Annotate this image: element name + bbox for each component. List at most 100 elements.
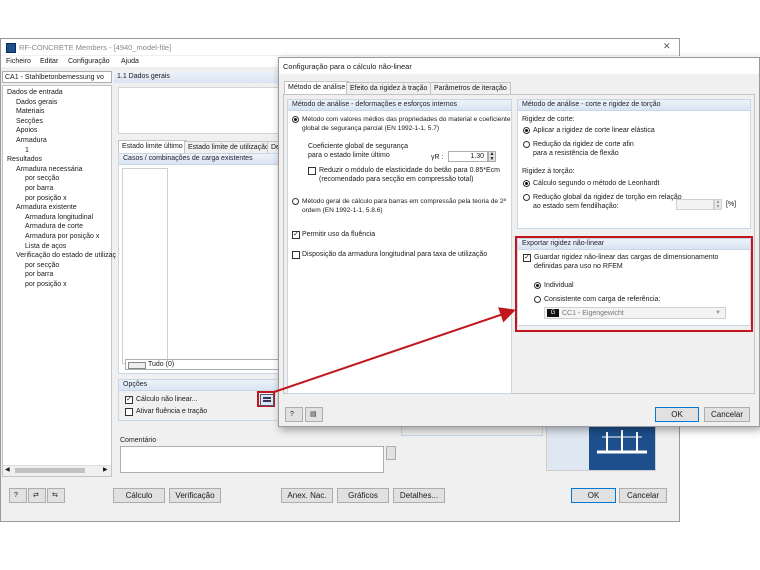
shear-linear-label: Aplicar a rigidez de corte linear elásti… [533,127,655,134]
gamma-value: 1.30 [470,153,484,160]
gamma-label: γR : [431,154,444,161]
all-select[interactable]: Tudo (0) [125,359,280,370]
nonlinear-settings-button[interactable] [260,394,274,406]
layout-checkbox[interactable] [292,251,300,259]
export-highlight-frame [515,236,753,332]
torsion-percent-spinner[interactable]: ▲ ▼ [714,199,722,210]
section-header: 1.1 Dados gerais [114,71,284,83]
help-icon: ? [14,492,18,499]
help-button[interactable]: ? [9,488,27,503]
torsion-reduced-radio[interactable] [523,194,530,201]
calc-button[interactable]: Cálculo [113,488,165,503]
tab-sls[interactable]: Estado limite de utilização [184,141,273,153]
scroll-thumb[interactable] [15,468,85,473]
defaults-icon: ▤ [310,411,317,418]
all-select-label: Tudo (0) [148,361,175,368]
close-icon[interactable]: ✕ [663,42,671,51]
gamma-input[interactable]: 1.30 [448,151,488,162]
analysis-method-panel: Método de análise - deformações e esforç… [287,99,512,394]
tree-item[interactable]: Armadura de corte [25,222,83,231]
comment-input[interactable] [120,446,384,473]
nonlinear-label: Cálculo não linear... [136,396,198,403]
dialog-help-button[interactable]: ? [285,407,303,422]
nonlinear-checkbox[interactable]: ✓ [125,396,133,404]
tree-item[interactable]: Dados de entrada [7,88,63,97]
reduce-modulus-checkbox[interactable] [308,167,316,175]
menu-configuracao[interactable]: Configuração [68,57,110,66]
dialog-cancel-button[interactable]: Cancelar [704,407,750,422]
torsion-leonhardt-label: Cálculo segundo o método de Leonhardt [533,180,660,187]
scroll-left-icon[interactable]: ◀ [5,466,10,475]
menu-ajuda[interactable]: Ajuda [121,57,139,66]
options-header: Opções [119,380,282,391]
creep-label: Ativar fluência e tração [136,408,208,415]
tree-item[interactable]: Resultados [7,155,42,164]
mean-values-radio[interactable] [292,116,299,123]
tree-item[interactable]: 1 [25,146,29,155]
main-titlebar: RF-CONCRETE Members - [4940_model-file] … [1,39,679,55]
tree-item[interactable]: por secção [25,261,59,270]
comment-options-button[interactable] [386,446,396,460]
shear-reduced-radio[interactable] [523,141,530,148]
anex-button[interactable]: Anex. Nac. [281,488,333,503]
export-button[interactable]: ⇆ [47,488,65,503]
tree-item[interactable]: Secções [16,117,43,126]
tree-item[interactable]: Lista de aços [25,242,66,251]
reduce-modulus-line2: (recomendado para secção em compressão t… [319,176,474,183]
cancel-button[interactable]: Cancelar [619,488,667,503]
details-button[interactable]: Detalhes... [393,488,445,503]
dialog-defaults-button[interactable]: ▤ [305,407,323,422]
comment-header: Comentário [120,437,157,444]
torsion-label: Rigidez à torção: [522,168,575,175]
tree-item[interactable]: Armadura por posição x [25,232,99,241]
tree-item[interactable]: Dados gerais [16,98,57,107]
tab-tension-stiffening[interactable]: Efeito da rigidez à tração [346,82,432,94]
tree-item[interactable]: por posição x [25,280,67,289]
tree-item[interactable]: por secção [25,174,59,183]
coef-label-line1: Coeficiente global de segurança [308,143,409,150]
tab-analysis-method[interactable]: Método de análise [284,81,350,94]
menu-ficheiro[interactable]: Ficheiro [6,57,31,66]
dialog-ok-button[interactable]: OK [655,407,699,422]
layout-label: Disposição da armadura longitudinal para… [302,251,488,258]
main-window-title: RF-CONCRETE Members - [4940_model-file] [19,43,172,52]
cases-list[interactable] [122,168,168,364]
torsion-percent-input[interactable] [676,199,714,210]
tree-item[interactable]: Armadura existente [16,203,77,212]
shear-reduced-line1: Redução da rigidez de corte afin [533,141,634,148]
tab-uls[interactable]: Estado limite último [118,140,187,153]
general-method-radio[interactable] [292,198,299,205]
reduce-modulus-line1: Reduzir o módulo de elasticidade do betã… [319,167,500,174]
ok-button[interactable]: OK [571,488,616,503]
tree-item[interactable]: por barra [25,184,53,193]
tree-item[interactable]: Verificação do estado de utilizaç [16,251,116,260]
dialog-title: Configuração para o cálculo não-linear [283,62,412,71]
tree-item[interactable]: Armadura necessária [16,165,83,174]
shear-label: Rigidez de corte: [522,116,575,123]
tab-iteration-params[interactable]: Parâmetros de iteração [430,82,511,94]
gamma-spinner[interactable]: ▲ ▼ [488,151,496,162]
scroll-right-icon[interactable]: ▶ [103,466,108,475]
creep-checkbox[interactable] [125,408,133,416]
tree-scrollbar[interactable]: ◀ ▶ [3,465,111,476]
menu-editar[interactable]: Editar [40,57,58,66]
tree-item[interactable]: por barra [25,270,53,279]
import-button[interactable]: ⇄ [28,488,46,503]
mean-values-line2: global de segurança parcial (EN 1992-1-1… [302,125,440,132]
verify-button[interactable]: Verificação [169,488,221,503]
creep-allow-checkbox[interactable]: ✓ [292,231,300,239]
shear-linear-radio[interactable] [523,127,530,134]
tree-item[interactable]: Armadura [16,136,47,145]
tree-item[interactable]: Apoios [16,126,37,135]
tree-item[interactable]: por posição x [25,194,67,203]
shear-reduced-line2: para a resistência de flexão [533,150,619,157]
navigation-tree: Dados de entrada Dados gerais Materiais Sec… [2,85,116,477]
graphs-button[interactable]: Gráficos [337,488,389,503]
tree-item[interactable]: Materiais [16,107,44,116]
cases-panel: Casos / combinações de carga existentes … [118,153,283,374]
case-select[interactable]: CA1 - Stahlbetonbemessung vo [2,71,112,83]
shear-torsion-panel: Método de análise - corte e rigidez de t… [517,99,751,229]
coef-label-line2: para o estado limite último [308,152,390,159]
torsion-leonhardt-radio[interactable] [523,180,530,187]
tree-item[interactable]: Armadura longitudinal [25,213,93,222]
